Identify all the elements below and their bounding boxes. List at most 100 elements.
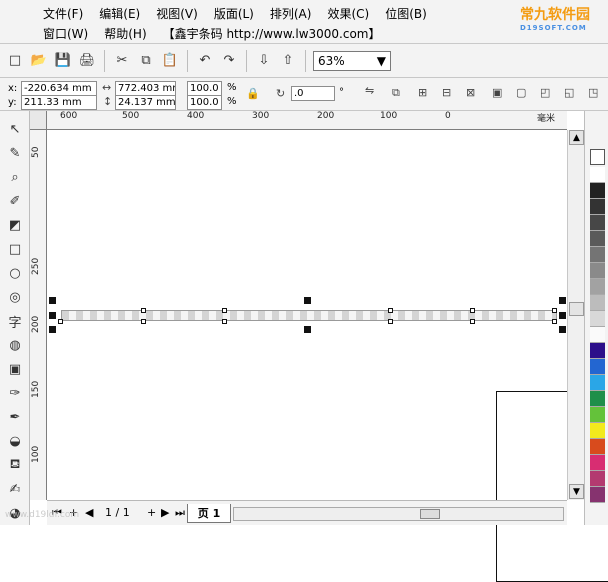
selection-handle[interactable] [559, 312, 566, 319]
undo-icon[interactable]: ↶ [195, 51, 215, 71]
width-field[interactable]: 772.403 mr [115, 81, 176, 96]
node-handle[interactable] [58, 319, 63, 324]
menu-layout[interactable]: 版面(L) [206, 5, 262, 22]
rotation-field[interactable]: .0 [291, 86, 335, 101]
shape-tool-icon[interactable]: ✎ [5, 143, 25, 163]
vertical-ruler[interactable]: 50 250 200 150 100 [30, 130, 47, 500]
color-swatch[interactable] [590, 407, 605, 423]
no-fill-swatch[interactable] [590, 149, 605, 165]
fill-tool-icon[interactable]: ◒ [5, 431, 25, 451]
color-swatch[interactable] [590, 167, 605, 183]
node-handle[interactable] [388, 319, 393, 324]
next-page-icon[interactable]: ▶ [161, 506, 169, 519]
order-back-icon[interactable]: ▢ [516, 86, 526, 99]
selection-handle[interactable] [559, 297, 566, 304]
lock-ratio-icon[interactable]: 🔒 [246, 87, 260, 100]
horizontal-scrollbar[interactable] [233, 507, 564, 521]
menu-file[interactable]: 文件(F) [35, 5, 91, 22]
mirror-icon[interactable]: ⇋ [365, 84, 374, 97]
selection-handle[interactable] [49, 326, 56, 333]
color-swatch[interactable] [590, 327, 605, 343]
color-swatch[interactable] [590, 279, 605, 295]
color-swatch[interactable] [590, 215, 605, 231]
menu-window[interactable]: 窗口(W) [35, 25, 96, 42]
color-swatch[interactable] [590, 295, 605, 311]
color-swatch[interactable] [590, 199, 605, 215]
polygon-tool-icon[interactable]: ◎ [5, 287, 25, 307]
paint-bucket-icon[interactable]: ⛾ [5, 455, 25, 475]
selection-handle[interactable] [304, 326, 311, 333]
page-tab[interactable]: 页 1 [187, 504, 231, 523]
height-field[interactable]: 24.137 mm [115, 95, 176, 110]
menu-edit[interactable]: 编辑(E) [91, 5, 148, 22]
color-swatch[interactable] [590, 471, 605, 487]
selection-handle[interactable] [304, 297, 311, 304]
color-swatch[interactable] [590, 423, 605, 439]
color-swatch[interactable] [590, 183, 605, 199]
new-document-icon[interactable]: □ [5, 51, 25, 71]
group-icon[interactable]: ⧉ [392, 86, 400, 100]
zoom-select[interactable]: 63% ▼ [313, 50, 391, 71]
ruler-corner[interactable] [30, 111, 47, 130]
menu-view[interactable]: 视图(V) [148, 5, 206, 22]
node-handle[interactable] [388, 308, 393, 313]
color-swatch[interactable] [590, 247, 605, 263]
node-handle[interactable] [470, 308, 475, 313]
menu-barcode-link[interactable]: 【鑫宇条码 http://www.lw3000.com】 [155, 25, 389, 42]
rectangle-tool-icon[interactable]: □ [5, 239, 25, 259]
trim-icon[interactable]: ◱ [564, 86, 574, 99]
scroll-thumb[interactable] [569, 302, 584, 316]
copy-icon[interactable]: ⧉ [136, 51, 156, 71]
selection-handle[interactable] [49, 297, 56, 304]
color-swatch[interactable] [590, 231, 605, 247]
export-icon[interactable]: ⇧ [278, 51, 298, 71]
selection-handle[interactable] [49, 312, 56, 319]
import-icon[interactable]: ⇩ [254, 51, 274, 71]
cut-icon[interactable]: ✂ [112, 51, 132, 71]
scroll-up-icon[interactable]: ▲ [569, 130, 584, 145]
selection-handle[interactable] [559, 326, 566, 333]
order-front-icon[interactable]: ▣ [492, 86, 502, 99]
pick-tool-icon[interactable]: ↖ [5, 119, 25, 139]
text-tool-icon[interactable]: 字 [5, 311, 25, 331]
x-position-field[interactable]: -220.634 mm [21, 81, 97, 96]
eyedropper-tool-icon[interactable]: ✑ [5, 383, 25, 403]
arrange-icon[interactable]: ⊞ [418, 86, 427, 99]
color-swatch[interactable] [590, 487, 605, 503]
vertical-scrollbar[interactable]: ▲ ▼ [567, 130, 584, 500]
color-swatch[interactable] [590, 391, 605, 407]
horizontal-ruler[interactable]: 600 500 400 300 200 100 0 毫米 [47, 111, 567, 130]
y-position-field[interactable]: 211.33 mm [21, 95, 97, 110]
menu-bitmaps[interactable]: 位图(B) [377, 5, 435, 22]
color-swatch[interactable] [590, 359, 605, 375]
node-handle[interactable] [141, 308, 146, 313]
align-icon[interactable]: ⊟ [442, 86, 451, 99]
scale-y-field[interactable]: 100.0 [187, 95, 222, 110]
color-swatch[interactable] [590, 311, 605, 327]
save-icon[interactable]: 💾 [53, 51, 73, 71]
paste-icon[interactable]: 📋 [160, 51, 180, 71]
extrude-tool-icon[interactable]: ▣ [5, 359, 25, 379]
color-swatch[interactable] [590, 263, 605, 279]
color-swatch[interactable] [590, 375, 605, 391]
scroll-down-icon[interactable]: ▼ [569, 484, 584, 499]
color-swatch[interactable] [590, 439, 605, 455]
color-swatch[interactable] [590, 343, 605, 359]
menu-arrange[interactable]: 排列(A) [262, 5, 320, 22]
color-swatch[interactable] [590, 455, 605, 471]
freehand-tool-icon[interactable]: ✐ [5, 191, 25, 211]
node-handle[interactable] [470, 319, 475, 324]
outline-tool-icon[interactable]: ✒ [5, 407, 25, 427]
node-handle[interactable] [552, 319, 557, 324]
last-page-icon[interactable]: ⏭ [175, 506, 185, 520]
intersect-icon[interactable]: ◳ [588, 86, 598, 99]
pen-tool-icon[interactable]: ✍ [5, 479, 25, 499]
scale-x-field[interactable]: 100.0 [187, 81, 222, 96]
add-page-after-icon[interactable]: + [147, 506, 156, 519]
open-document-icon[interactable]: 📂 [29, 51, 49, 71]
interactive-tool-icon[interactable]: ◍ [5, 335, 25, 355]
break-icon[interactable]: ⊠ [466, 86, 475, 99]
zoom-tool-icon[interactable]: ⌕ [5, 167, 25, 187]
node-handle[interactable] [222, 319, 227, 324]
smart-fill-tool-icon[interactable]: ◩ [5, 215, 25, 235]
